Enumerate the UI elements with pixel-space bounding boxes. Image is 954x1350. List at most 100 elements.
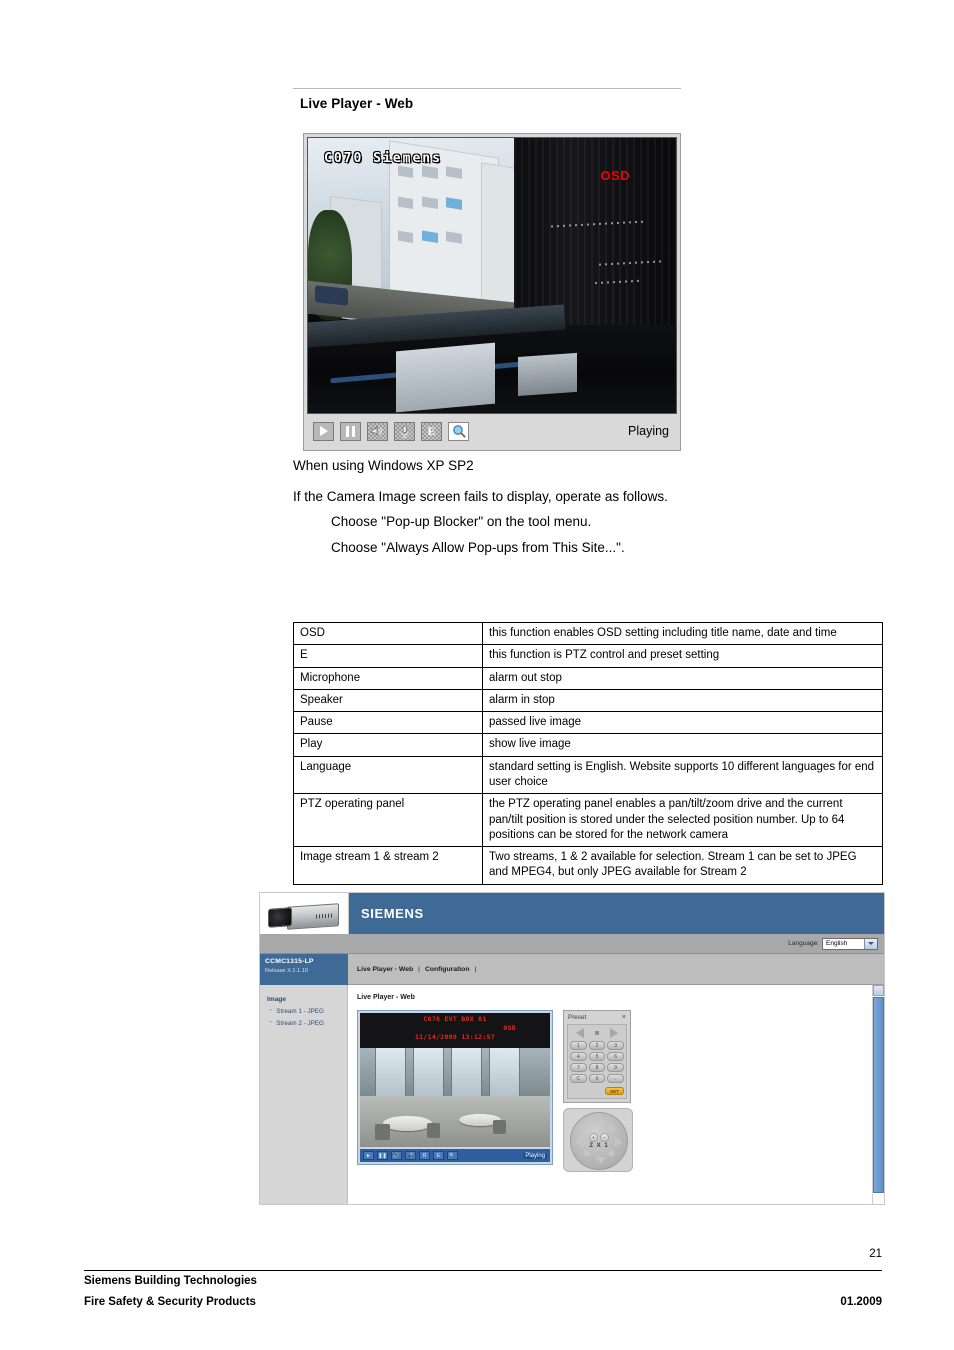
sidebar-heading-image: Image xyxy=(267,996,287,1003)
function-reference-table: OSD this function enables OSD setting in… xyxy=(293,621,883,885)
table-cell-key: Language xyxy=(293,755,483,795)
embedded-osd-overlay: C070 EVT BOX 01 OSD 11/14/2008 13:12:57 xyxy=(360,1015,550,1041)
table-cell-key: Microphone xyxy=(293,666,483,690)
embedded-microphone-button[interactable]: 🎤 xyxy=(405,1151,416,1160)
embedded-play-button[interactable]: ► xyxy=(363,1151,374,1160)
keypad-key-1[interactable]: 1 xyxy=(570,1041,587,1050)
menu-item-configuration[interactable]: Configuration xyxy=(425,966,470,973)
camera-image-area: C070 Siemens OSD xyxy=(307,137,677,414)
embedded-speaker-button[interactable]: 🔊 xyxy=(391,1151,402,1160)
embedded-camera-image: C070 EVT BOX 01 OSD 11/14/2008 13:12:57 xyxy=(360,1013,550,1147)
footer-division: Fire Safety & Security Products xyxy=(84,1296,256,1308)
arrow-left-icon[interactable] xyxy=(575,1028,584,1038)
table-cell-value: standard setting is English. Website sup… xyxy=(482,755,883,795)
scrollbar-thumb[interactable] xyxy=(873,997,884,1193)
paragraph-windows-xp: When using Windows XP SP2 xyxy=(293,458,474,473)
table-cell-key: PTZ operating panel xyxy=(293,793,483,848)
web-page-title: Live Player - Web xyxy=(357,994,415,1001)
ptz-up-icon[interactable] xyxy=(596,1118,606,1125)
play-button[interactable] xyxy=(313,421,334,441)
sidebar-item-stream-2[interactable]: → Stream 2 - JPEG xyxy=(267,1018,347,1028)
embedded-e-ptz-button[interactable]: E xyxy=(433,1151,444,1160)
scene-panel xyxy=(396,342,496,412)
menu-item-live-player[interactable]: Live Player - Web xyxy=(357,966,413,973)
preset-keypad: 1 2 3 4 5 6 7 8 9 C 0 . xyxy=(570,1041,624,1083)
keypad-key-clear[interactable]: C xyxy=(570,1074,587,1083)
table-cell-value: alarm in stop xyxy=(482,688,883,713)
scene-car xyxy=(315,284,349,305)
table-cell-key: Pause xyxy=(293,711,483,735)
web-body: Image → Stream 1 - JPEG → Stream 2 - JPE… xyxy=(260,985,884,1204)
page-number: 21 xyxy=(869,1248,882,1260)
web-sidebar: Image → Stream 1 - JPEG → Stream 2 - JPE… xyxy=(260,985,348,1204)
web-top-band: SIEMENS xyxy=(260,893,884,934)
siemens-logo: SIEMENS xyxy=(361,906,424,921)
e-ptz-button[interactable]: E xyxy=(421,421,442,441)
embedded-player-status: Playing xyxy=(523,1152,547,1159)
scrollbar-up-button[interactable] xyxy=(873,985,884,996)
web-interface-screenshot: SIEMENS Language: English CCMC1315-LP Re… xyxy=(259,892,885,1205)
table-cell-value: this function enables OSD setting includ… xyxy=(482,621,883,646)
chevron-down-icon[interactable] xyxy=(864,938,877,949)
preset-arrow-row xyxy=(570,1028,624,1038)
ptz-up-left-icon[interactable] xyxy=(581,1123,591,1133)
keypad-key-dot[interactable]: . xyxy=(607,1074,624,1083)
set-button[interactable]: SET xyxy=(605,1087,624,1095)
table-cell-value: Two streams, 1 & 2 available for selecti… xyxy=(482,846,883,885)
table-cell-value: passed live image xyxy=(482,711,883,735)
speaker-button[interactable] xyxy=(367,421,388,441)
keypad-key-7[interactable]: 7 xyxy=(570,1063,587,1072)
embedded-scene-window xyxy=(451,1047,482,1097)
microphone-icon xyxy=(399,425,410,438)
keypad-key-6[interactable]: 6 xyxy=(607,1052,624,1061)
preset-panel: Preset × 1 2 3 4 5 6 7 8 9 C 0 . SET xyxy=(563,1010,631,1103)
keypad-key-3[interactable]: 3 xyxy=(607,1041,624,1050)
ptz-down-icon[interactable] xyxy=(596,1157,606,1164)
embedded-scene-window xyxy=(489,1047,520,1097)
pause-button[interactable] xyxy=(340,421,361,441)
embedded-osd-timestamp: 11/14/2008 13:12:57 xyxy=(414,1032,496,1041)
player-control-bar: E Playing xyxy=(307,415,677,447)
footer-company: Siemens Building Technologies xyxy=(84,1275,257,1287)
keypad-key-5[interactable]: 5 xyxy=(588,1052,606,1061)
language-select[interactable]: English xyxy=(822,937,878,950)
ptz-joystick[interactable]: + − Z X 1 xyxy=(570,1112,628,1170)
speaker-icon xyxy=(371,425,384,437)
keypad-key-0[interactable]: 0 xyxy=(588,1074,606,1083)
model-info-cell: CCMC1315-LP Release X.1.1.10 xyxy=(260,954,348,985)
magnifier-button[interactable] xyxy=(448,421,469,441)
paragraph-always-allow: Choose "Always Allow Pop-ups from This S… xyxy=(331,540,625,555)
paragraph-camera-image-fail: If the Camera Image screen fails to disp… xyxy=(293,489,668,504)
embedded-osd-title: C070 EVT BOX 01 xyxy=(423,1015,487,1023)
embedded-live-viewer: C070 EVT BOX 01 OSD 11/14/2008 13:12:57 … xyxy=(357,1010,553,1165)
arrow-right-icon[interactable] xyxy=(610,1028,619,1038)
vertical-scrollbar[interactable] xyxy=(872,985,884,1204)
player-status: Playing xyxy=(628,424,669,438)
language-selected-value: English xyxy=(826,940,848,947)
ptz-up-right-icon[interactable] xyxy=(607,1123,617,1133)
language-label: Language: xyxy=(788,940,819,947)
ptz-down-left-icon[interactable] xyxy=(581,1149,591,1159)
zoom-out-button[interactable]: − xyxy=(600,1133,609,1142)
table-cell-key: E xyxy=(293,644,483,668)
osd-label-overlay: OSD xyxy=(600,168,630,183)
release-version: Release X.1.1.10 xyxy=(265,968,308,974)
table-cell-value: show live image xyxy=(482,733,883,757)
sidebar-item-stream-1[interactable]: → Stream 1 - JPEG xyxy=(267,1006,347,1016)
ptz-down-right-icon[interactable] xyxy=(607,1149,617,1159)
e-letter-icon: E xyxy=(427,423,436,438)
keypad-key-9[interactable]: 9 xyxy=(607,1063,624,1072)
embedded-pause-button[interactable]: ❚❚ xyxy=(377,1151,388,1160)
close-icon[interactable]: × xyxy=(622,1014,626,1021)
zoom-in-button[interactable]: + xyxy=(589,1133,598,1142)
embedded-osd-button[interactable]: R xyxy=(419,1151,430,1160)
embedded-scene-chair xyxy=(375,1124,391,1141)
section-title: Live Player - Web xyxy=(300,96,414,111)
table-row: E this function is PTZ control and prese… xyxy=(293,644,883,668)
keypad-key-8[interactable]: 8 xyxy=(588,1063,606,1072)
embedded-magnifier-button[interactable]: 🔍 xyxy=(447,1151,458,1160)
embedded-scene-table xyxy=(382,1116,433,1131)
keypad-key-4[interactable]: 4 xyxy=(570,1052,587,1061)
microphone-button[interactable] xyxy=(394,421,415,441)
keypad-key-2[interactable]: 2 xyxy=(588,1041,606,1050)
